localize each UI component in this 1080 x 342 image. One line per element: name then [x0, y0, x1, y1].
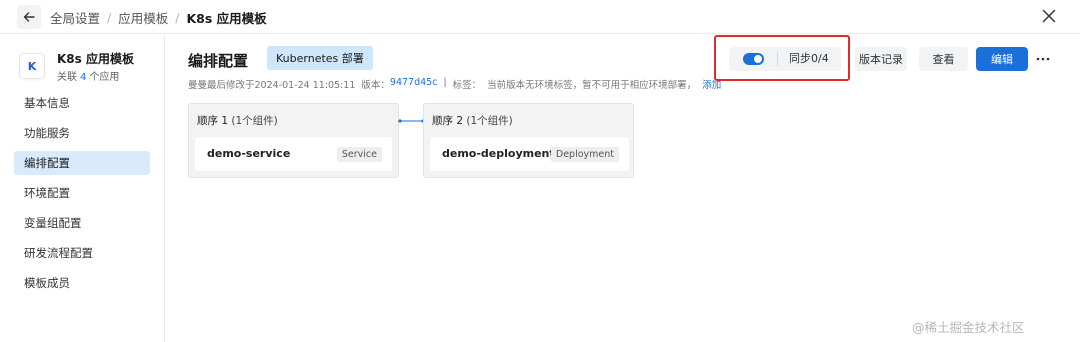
sidebar-item-orchestration[interactable]: 编排配置 [14, 151, 150, 175]
sync-status-button[interactable]: 同步0/4 [789, 47, 829, 71]
deploy-type-tag: Kubernetes 部署 [267, 46, 373, 70]
breadcrumb-item[interactable]: 全局设置 [50, 8, 100, 27]
ellipsis-icon [1036, 57, 1050, 61]
stage-count: (1个组件) [231, 115, 278, 127]
app-info: K K8s 应用模板 关联 4 个应用 [16, 49, 156, 85]
sidebar-item-label: 变量组配置 [24, 216, 82, 230]
sidebar-item-dev-flow[interactable]: 研发流程配置 [14, 241, 150, 265]
sync-toggle[interactable] [743, 53, 764, 65]
page-title: 编排配置 [188, 52, 249, 70]
linked-suffix: 个应用 [89, 72, 120, 83]
sidebar-item-label: 环境配置 [24, 186, 70, 200]
stage-card: 顺序 1 (1个组件) demo-service Service [188, 103, 399, 178]
sidebar-item-label: 编排配置 [24, 156, 70, 170]
sidebar-item-basic-info[interactable]: 基本信息 [14, 91, 150, 115]
meta-separator: | [443, 77, 447, 88]
sidebar-item-variable-groups[interactable]: 变量组配置 [14, 211, 150, 235]
toggle-knob [754, 55, 762, 63]
tags-label: 标签： [452, 80, 482, 91]
sidebar-item-services[interactable]: 功能服务 [14, 121, 150, 145]
close-button[interactable] [1038, 5, 1060, 27]
component-card[interactable]: demo-service Service [195, 137, 392, 171]
stage-order: 顺序 1 [197, 115, 229, 127]
version-meta: 曼曼最后修改于2024-01-24 11:05:11 版本： 9477d45c … [188, 77, 721, 91]
component-name: demo-service [207, 147, 291, 160]
linked-prefix: 关联 [57, 72, 77, 83]
breadcrumb-current: K8s 应用模板 [186, 10, 267, 26]
component-name: demo-deployment [442, 147, 555, 160]
arrow-left-icon [23, 12, 35, 22]
sidebar-item-label: 模板成员 [24, 276, 70, 290]
divider [777, 52, 778, 66]
modified-info: 曼曼最后修改于2024-01-24 11:05:11 [188, 80, 356, 91]
stage-count: (1个组件) [466, 115, 513, 127]
stage-title: 顺序 1 (1个组件) [197, 113, 278, 128]
app-name: K8s 应用模板 [57, 52, 134, 66]
top-bar: 全局设置 / 应用模板 / K8s 应用模板 [0, 0, 1080, 34]
component-card[interactable]: demo-deployment Deployment [430, 137, 629, 171]
sidebar-item-environment[interactable]: 环境配置 [14, 181, 150, 205]
app-avatar: K [19, 53, 45, 79]
sidebar-item-label: 功能服务 [24, 126, 70, 140]
view-button[interactable]: 查看 [919, 47, 968, 71]
breadcrumb: 全局设置 / 应用模板 / K8s 应用模板 [50, 0, 267, 34]
sync-control: 同步0/4 [729, 47, 841, 71]
more-button[interactable] [1033, 47, 1053, 71]
component-type-badge: Service [336, 147, 382, 162]
stage-order: 顺序 2 [432, 115, 464, 127]
stage-connector [398, 119, 425, 123]
component-type-badge: Deployment [550, 147, 619, 162]
tags-description: 当前版本无环境标签，暂不可用于相应环境部署， [487, 80, 697, 91]
sidebar-item-label: 基本信息 [24, 96, 70, 110]
stage-title: 顺序 2 (1个组件) [432, 113, 513, 128]
watermark: @稀土掘金技术社区 [912, 320, 1025, 335]
app-linked-count: 关联 4 个应用 [57, 68, 119, 83]
stage-card: 顺序 2 (1个组件) demo-deployment Deployment [423, 103, 634, 178]
sidebar-nav: 基本信息 功能服务 编排配置 环境配置 变量组配置 研发流程配置 模板成员 [14, 91, 150, 301]
version-link[interactable]: 9477d45c [390, 77, 438, 91]
edit-button[interactable]: 编辑 [976, 47, 1028, 71]
breadcrumb-separator: / [107, 9, 112, 25]
breadcrumb-separator: / [175, 9, 180, 25]
sidebar-item-label: 研发流程配置 [24, 246, 93, 260]
linked-count-link[interactable]: 4 [80, 72, 86, 83]
breadcrumb-item[interactable]: 应用模板 [118, 8, 168, 27]
sidebar-item-members[interactable]: 模板成员 [14, 271, 150, 295]
back-button[interactable] [17, 5, 41, 29]
version-label: 版本： [361, 80, 390, 91]
sidebar: K K8s 应用模板 关联 4 个应用 基本信息 功能服务 编排配置 环境配置 变量… [0, 35, 165, 342]
version-record-button[interactable]: 版本记录 [855, 47, 907, 71]
close-icon [1042, 9, 1056, 23]
